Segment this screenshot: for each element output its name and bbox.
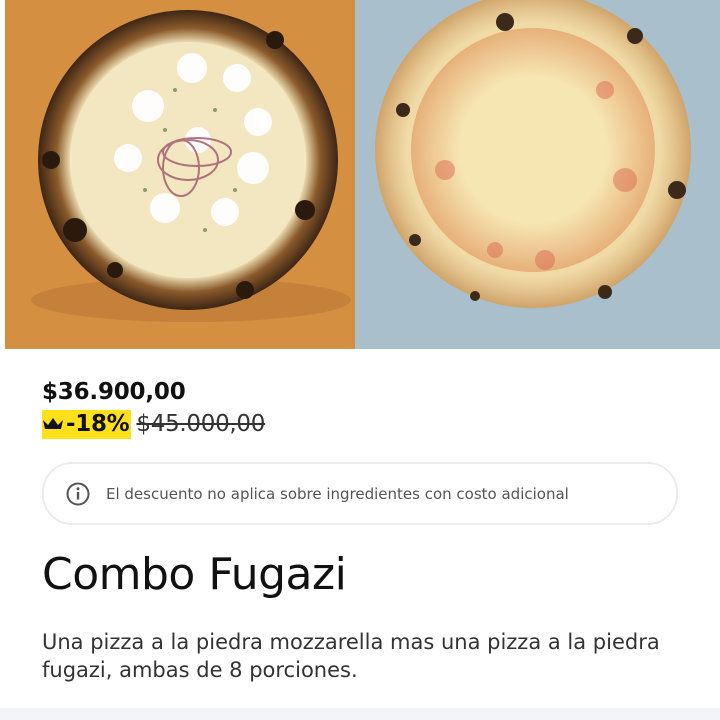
- pizza-mozzarella-image: [355, 0, 720, 349]
- discount-row: -18% $45.000,00: [42, 409, 265, 439]
- product-description: Una pizza a la piedra mozzarella mas una…: [42, 630, 660, 682]
- crown-icon: [43, 418, 63, 429]
- pizza-fugazi-image: [5, 0, 355, 349]
- discount-badge: -18%: [42, 409, 132, 439]
- pizza-fugazi-illustration: [31, 10, 351, 322]
- pizza-mozzarella-illustration: [375, 0, 691, 308]
- notice-text: El descuento no aplica sobre ingrediente…: [106, 484, 569, 503]
- product-hero-image: [0, 0, 720, 349]
- price-block: $36.900,00 -18% $45.000,00: [42, 378, 265, 439]
- bottom-divider: [0, 708, 720, 720]
- discount-notice: El descuento no aplica sobre ingrediente…: [42, 462, 678, 525]
- discount-percentage: -18%: [66, 411, 130, 437]
- original-price: $45.000,00: [136, 411, 266, 437]
- info-icon: [66, 482, 90, 505]
- current-price: $36.900,00: [42, 379, 186, 405]
- product-title: Combo Fugazi: [42, 549, 347, 600]
